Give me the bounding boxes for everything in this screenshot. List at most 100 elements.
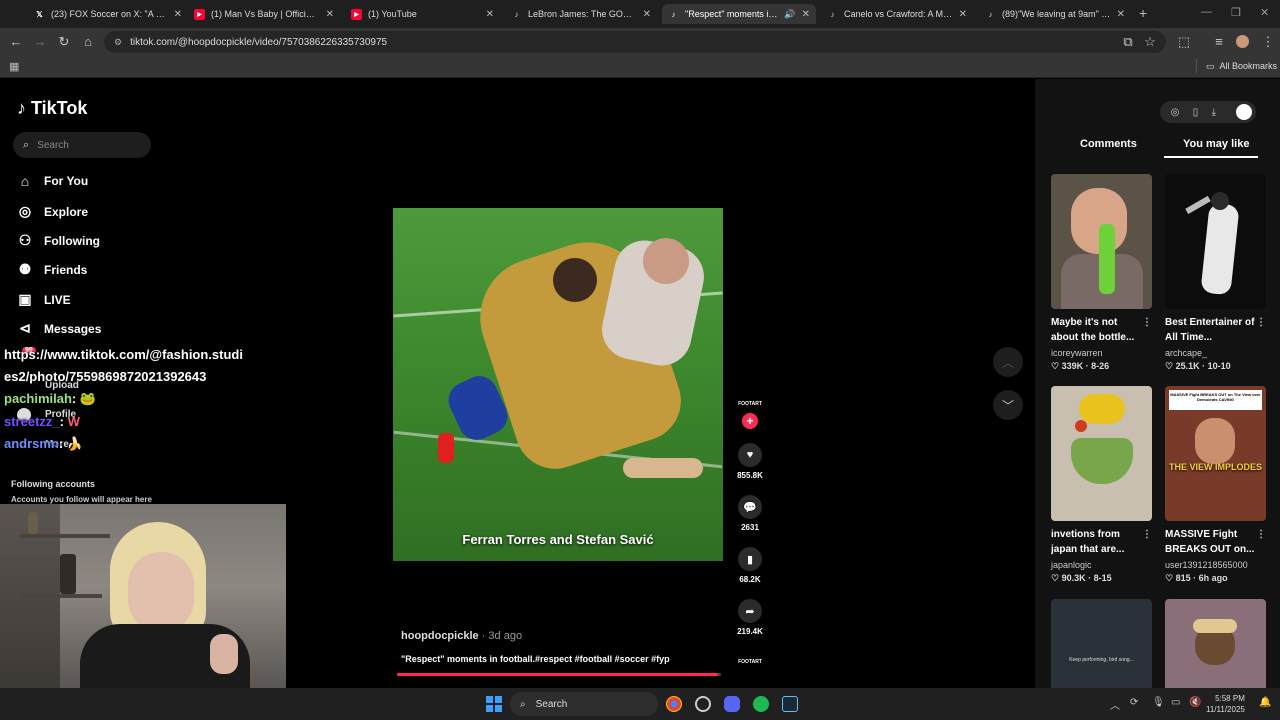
profile-avatar[interactable] (1236, 35, 1249, 48)
network-icon[interactable]: ▭ (1171, 697, 1180, 708)
close-tab-icon[interactable]: ✕ (643, 9, 651, 20)
card-author[interactable]: icoreywarren (1051, 348, 1152, 358)
tab-comments[interactable]: Comments (1080, 138, 1137, 150)
recommended-video-card[interactable] (1165, 599, 1266, 688)
card-author[interactable]: japanlogic (1051, 560, 1152, 570)
bookmark-star-icon[interactable]: ☆ (1142, 34, 1158, 50)
more-options-icon[interactable]: ⋮ (1256, 315, 1266, 330)
browser-tab[interactable]: ▶ (1) YouTube ✕ (345, 4, 500, 24)
video-thumbnail[interactable]: Keep performing, bird song... (1051, 599, 1152, 688)
comment-icon[interactable]: 💬 (738, 495, 762, 519)
video-thumbnail[interactable]: MASSIVE Fight BREAKS OUT on The View ove… (1165, 386, 1266, 521)
forward-icon[interactable]: → (32, 34, 48, 49)
app-icon[interactable] (782, 696, 798, 712)
card-author[interactable]: user1391218565000 (1165, 560, 1266, 570)
tray-chevron-icon[interactable]: ︿ (1110, 697, 1120, 712)
more-options-icon[interactable]: ⋮ (1256, 527, 1266, 542)
browser-tab[interactable]: ♪ Canelo vs Crawford: A Must-W ✕ (821, 4, 973, 24)
browser-tab[interactable]: ♪ (89)"We leaving at 9am" ho I'm ✕ (979, 4, 1131, 24)
sound-disc-label[interactable]: FOOTART (736, 659, 764, 665)
like-action[interactable]: ♥ 855.8K (736, 443, 764, 480)
nav-explore[interactable]: ◎ Explore (17, 203, 88, 220)
nav-following[interactable]: ⚇ Following (17, 232, 100, 249)
microphone-icon[interactable]: 🎙 (1152, 697, 1165, 708)
chrome-icon[interactable] (666, 696, 682, 712)
share-action[interactable]: ➦ 219.4K (736, 599, 764, 636)
tray-app-icon[interactable]: ⟳ (1130, 697, 1138, 708)
more-options-icon[interactable]: ⋮ (1142, 527, 1152, 542)
right-side-panel: ◎ ▯ ⤓ Comments You may like Maybe it's n… (1035, 79, 1280, 688)
spotify-icon[interactable] (753, 696, 769, 712)
browser-tab-active[interactable]: ♪ "Respect" moments in footl 🔊 ✕ (662, 4, 816, 24)
video-thumbnail[interactable] (1165, 174, 1266, 309)
video-thumbnail[interactable] (1051, 174, 1152, 309)
minimize-icon[interactable]: — (1201, 6, 1212, 18)
back-icon[interactable]: ← (8, 34, 24, 49)
save-action[interactable]: ▮ 68.2K (736, 547, 764, 584)
taskbar-search[interactable]: ⌕ Search (510, 692, 658, 716)
speaker-icon[interactable]: 🔊 (784, 9, 795, 20)
recommended-video-card[interactable]: invetions from japan that are... ⋮ japanl… (1051, 386, 1152, 584)
tiktok-logo[interactable]: ♪ TikTok (17, 98, 87, 119)
next-video-button[interactable]: ﹀ (993, 390, 1023, 420)
video-thumbnail[interactable] (1165, 599, 1266, 688)
recommended-video-card[interactable]: MASSIVE Fight BREAKS OUT on The View ove… (1165, 386, 1266, 584)
share-icon[interactable]: ➦ (738, 599, 762, 623)
close-window-icon[interactable]: ✕ (1260, 6, 1269, 19)
browser-tab[interactable]: 𝕏 (23) FOX Soccer on X: "A BICYC ✕ (28, 4, 188, 24)
new-tab-button[interactable]: + (1139, 5, 1147, 21)
comment-action[interactable]: 💬 2631 (736, 495, 764, 532)
nav-messages[interactable]: ⊲ Messages (17, 320, 101, 337)
follow-plus-button[interactable]: + (742, 413, 758, 429)
close-tab-icon[interactable]: ✕ (1117, 9, 1125, 20)
download-icon[interactable]: ⤓ (1212, 107, 1216, 118)
nav-live[interactable]: ▣ LIVE (17, 291, 70, 308)
discord-icon[interactable] (724, 696, 740, 712)
card-author[interactable]: archcape_ (1165, 348, 1266, 358)
bookmark-icon[interactable]: ▮ (738, 547, 762, 571)
nav-friends[interactable]: ⚉ Friends (17, 261, 88, 278)
browser-tab[interactable]: ▶ (1) Man Vs Baby | Official Traile ✕ (188, 4, 340, 24)
compass-icon[interactable]: ◎ (1171, 107, 1180, 118)
nav-for-you[interactable]: ⌂ For You (17, 173, 88, 189)
card-stats: ♡ 25.1K · 10-10 (1165, 361, 1231, 371)
recommended-video-card[interactable]: Maybe it's not about the bottle... ⋮ icor… (1051, 174, 1152, 372)
close-tab-icon[interactable]: ✕ (486, 9, 494, 20)
reload-icon[interactable]: ↻ (56, 34, 72, 50)
close-tab-icon[interactable]: ✕ (959, 9, 967, 20)
close-tab-icon[interactable]: ✕ (326, 9, 334, 20)
windows-start-icon[interactable] (486, 696, 502, 712)
site-info-icon[interactable]: ⚙ (114, 37, 122, 48)
toggle-dot[interactable] (1236, 104, 1252, 120)
search-input[interactable]: ⌕ Search (13, 132, 151, 158)
url-field[interactable]: ⚙ tiktok.com/@hoopdocpickle/video/757038… (104, 31, 1166, 53)
close-tab-icon[interactable]: ✕ (802, 9, 810, 20)
tab-you-may-like[interactable]: You may like (1183, 138, 1249, 150)
creator-avatar-label[interactable]: FOOTART (736, 401, 764, 407)
home-icon[interactable]: ⌂ (80, 34, 96, 49)
close-tab-icon[interactable]: ✕ (174, 9, 182, 20)
video-progress-bar[interactable] (397, 673, 721, 676)
maximize-icon[interactable]: ❐ (1231, 6, 1241, 19)
more-options-icon[interactable]: ⋮ (1142, 315, 1152, 330)
video-player[interactable]: Ferran Torres and Stefan Savić (393, 208, 723, 561)
menu-icon[interactable]: ⋮ (1260, 34, 1276, 50)
video-thumbnail[interactable] (1051, 386, 1152, 521)
apps-grid-icon[interactable]: ▦ (9, 60, 19, 73)
phone-icon[interactable]: ▯ (1193, 107, 1199, 118)
author-name[interactable]: hoopdocpickle (401, 630, 479, 642)
install-app-icon[interactable]: ⧉ (1120, 34, 1136, 50)
heart-icon[interactable]: ♥ (738, 443, 762, 467)
extensions-icon[interactable]: ⬚ (1176, 34, 1192, 50)
all-bookmarks-button[interactable]: ▭ All Bookmarks (1206, 61, 1277, 72)
notifications-icon[interactable]: 🔔 (1259, 697, 1271, 708)
recommended-video-card[interactable]: Keep performing, bird song... (1051, 599, 1152, 688)
steam-icon[interactable] (695, 696, 711, 712)
volume-icon[interactable]: 🔇 (1189, 697, 1201, 708)
browser-tab[interactable]: ♪ LeBron James: The GOAT Debat ✕ (505, 4, 657, 24)
tiktok-icon: ♪ (671, 9, 676, 19)
recommended-video-card[interactable]: Best Entertainer of All Time... ⋮ archcap… (1165, 174, 1266, 372)
media-control-icon[interactable]: ≡ (1211, 34, 1227, 49)
system-clock[interactable]: 5:58 PM 11/11/2025 (1206, 693, 1245, 715)
previous-video-button[interactable]: ︿ (993, 347, 1023, 377)
